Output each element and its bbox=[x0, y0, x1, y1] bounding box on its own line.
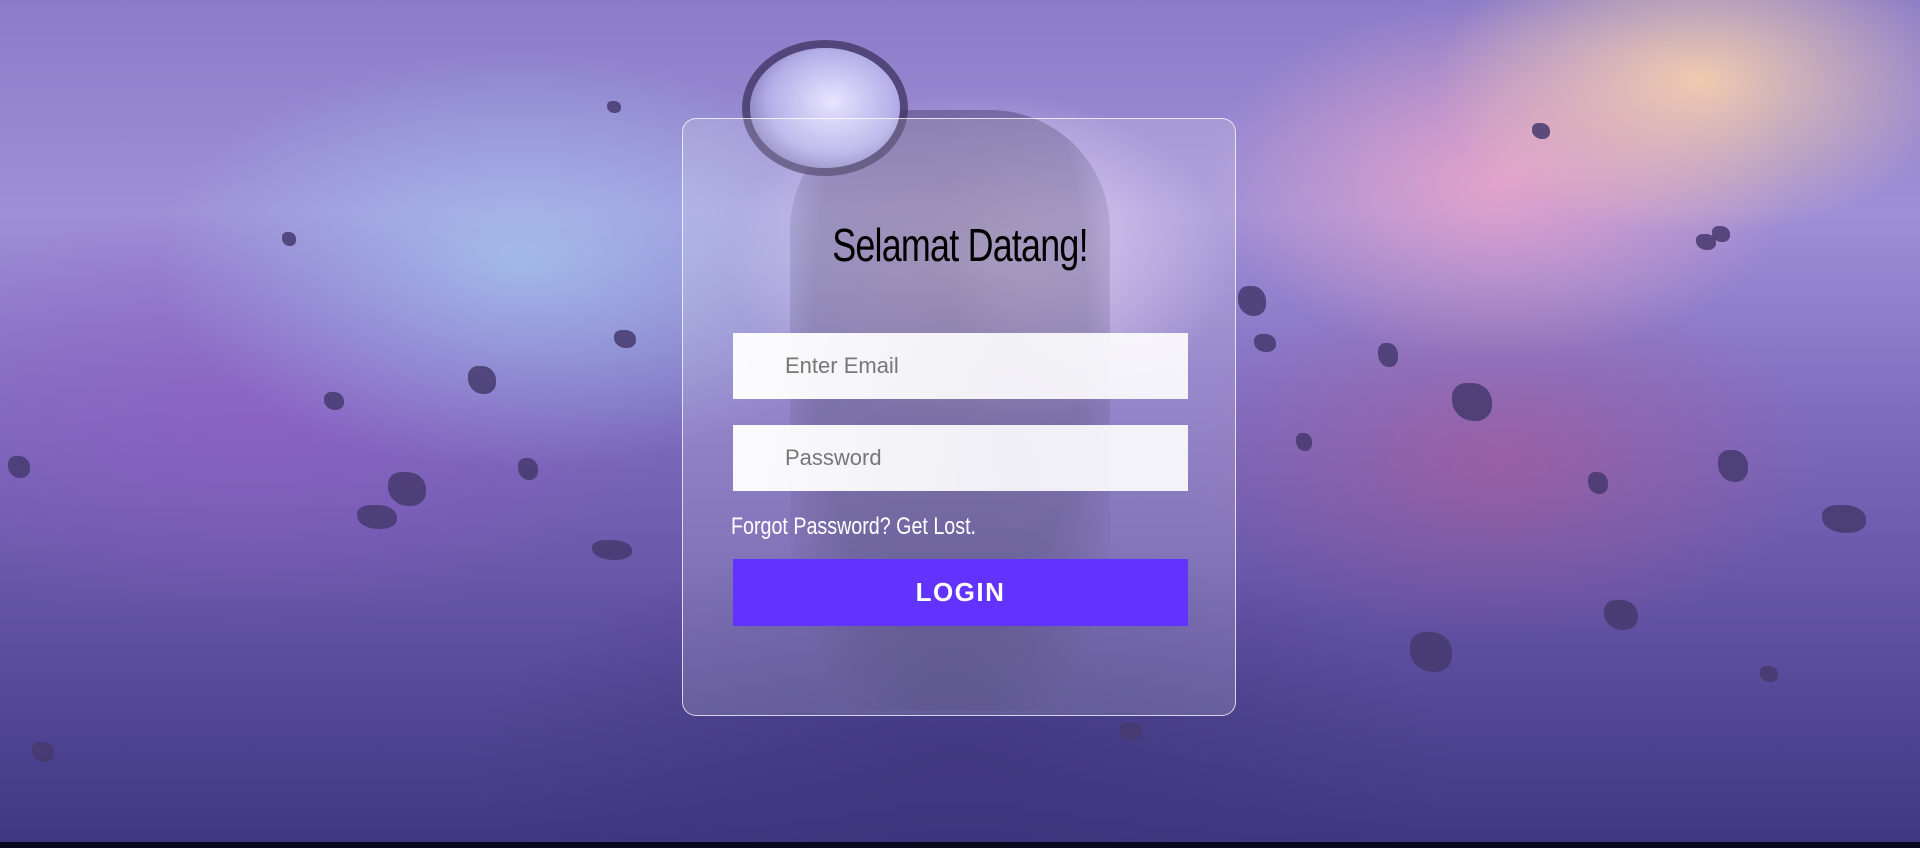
asteroid bbox=[1410, 632, 1452, 672]
asteroid bbox=[1718, 450, 1748, 482]
asteroid bbox=[1120, 722, 1142, 740]
asteroid bbox=[1452, 383, 1492, 421]
asteroid bbox=[614, 330, 636, 348]
asteroid bbox=[1296, 433, 1312, 451]
password-input[interactable] bbox=[733, 425, 1188, 491]
asteroid bbox=[1378, 343, 1398, 367]
asteroid bbox=[1760, 666, 1778, 682]
asteroid bbox=[324, 392, 344, 410]
asteroid bbox=[1588, 472, 1608, 494]
asteroid bbox=[592, 540, 632, 560]
asteroid bbox=[1238, 286, 1266, 316]
asteroid bbox=[8, 456, 30, 478]
asteroid bbox=[1822, 505, 1866, 533]
asteroid bbox=[518, 458, 538, 480]
login-card bbox=[682, 118, 1236, 716]
asteroid bbox=[32, 742, 54, 762]
asteroid bbox=[1604, 600, 1638, 630]
login-button[interactable]: LOGIN bbox=[733, 559, 1188, 626]
asteroid bbox=[607, 101, 621, 113]
asteroid bbox=[468, 366, 496, 394]
asteroid bbox=[1532, 123, 1550, 139]
asteroid bbox=[1254, 334, 1276, 352]
welcome-title: Selamat Datang! bbox=[832, 219, 1088, 271]
asteroid bbox=[388, 472, 426, 506]
bottom-edge-strip bbox=[0, 842, 1920, 848]
forgot-password-link[interactable]: Forgot Password? Get Lost. bbox=[731, 513, 976, 541]
email-input[interactable] bbox=[733, 333, 1188, 399]
asteroid bbox=[357, 505, 397, 529]
